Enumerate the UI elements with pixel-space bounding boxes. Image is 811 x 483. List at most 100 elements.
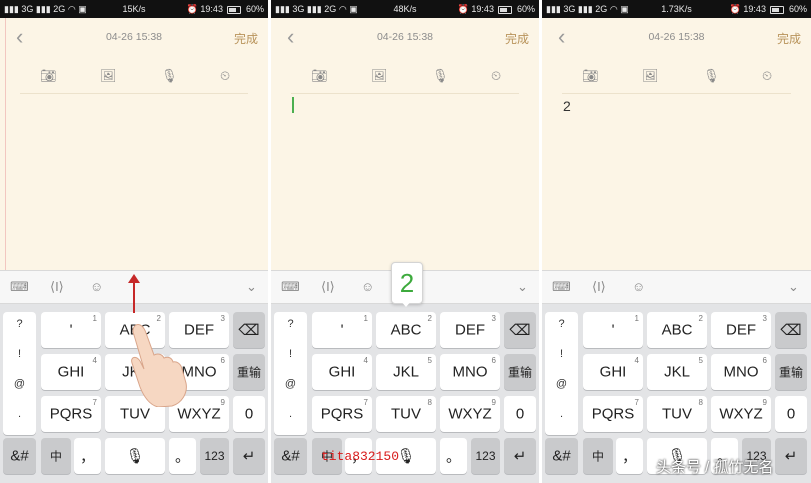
enter-key[interactable]: ↵ xyxy=(504,438,536,474)
symbol-switch-key[interactable]: &# xyxy=(545,438,578,474)
picture-icon[interactable]: 🖼︎ xyxy=(642,68,659,84)
symbol-key[interactable]: ! xyxy=(3,348,36,360)
reenter-key[interactable]: 重输 xyxy=(775,354,807,390)
note-editor[interactable]: ‹ 04-26 15:38 完成 📷︎ 🖼︎ 🎙︎ ⏲︎ xyxy=(0,18,268,270)
camera-icon[interactable]: 📷︎ xyxy=(582,68,599,84)
symbol-switch-key[interactable]: &# xyxy=(3,438,36,474)
number-switch-key[interactable]: 123 xyxy=(200,438,229,474)
symbol-column[interactable]: ? ! @ . xyxy=(3,312,36,435)
comma-key[interactable]: ， xyxy=(74,438,101,474)
camera-icon[interactable]: 📷︎ xyxy=(40,68,57,84)
number-switch-key[interactable]: 123 xyxy=(471,438,500,474)
emoji-icon[interactable]: ☺ xyxy=(632,279,645,295)
camera-icon[interactable]: 📷︎ xyxy=(311,68,328,84)
key-3[interactable]: DEF 3 xyxy=(440,312,500,348)
microphone-icon[interactable]: 🎙︎ xyxy=(703,68,720,84)
cursor-move-icon[interactable]: ⟨I⟩ xyxy=(50,279,64,295)
keyboard-icon[interactable]: ⌨ xyxy=(281,279,300,295)
note-editor[interactable]: ‹ 04-26 15:38 完成 📷︎ 🖼︎ 🎙︎ ⏲︎ 2 xyxy=(542,18,811,270)
key-5[interactable]: JKL5 xyxy=(647,354,707,390)
status-right: ⏰ 19:43 60% xyxy=(730,0,807,18)
note-body-text[interactable]: 2 xyxy=(563,98,571,114)
symbol-key[interactable]: . xyxy=(274,408,307,420)
key-1[interactable]: ' 1 xyxy=(41,312,101,348)
space-key[interactable]: 🎙︎ xyxy=(105,438,165,474)
key-3[interactable]: DEF 3 xyxy=(711,312,771,348)
key-0[interactable]: 0 xyxy=(775,396,807,432)
key-8[interactable]: TUV8 xyxy=(647,396,707,432)
picture-icon[interactable]: 🖼︎ xyxy=(371,68,388,84)
symbol-key[interactable]: ! xyxy=(274,348,307,360)
symbol-key[interactable]: @ xyxy=(274,378,307,390)
enter-key[interactable]: ↵ xyxy=(233,438,265,474)
key-2[interactable]: ABC2 xyxy=(376,312,436,348)
enter-key[interactable]: ↵ xyxy=(775,438,807,474)
arrow-head-icon xyxy=(128,274,140,283)
symbol-key[interactable]: ? xyxy=(3,318,36,330)
done-button[interactable]: 完成 xyxy=(505,30,529,47)
chinese-switch-key[interactable]: 中 xyxy=(41,438,71,474)
key-8[interactable]: TUV8 xyxy=(376,396,436,432)
keyboard-icon[interactable]: ⌨ xyxy=(552,279,571,295)
key-5[interactable]: JKL5 xyxy=(376,354,436,390)
period-key[interactable]: 。 xyxy=(169,438,196,474)
clock-icon[interactable]: ⏲︎ xyxy=(220,68,230,84)
symbol-key[interactable]: ? xyxy=(274,318,307,330)
chevron-down-icon[interactable]: ⌄ xyxy=(246,279,257,295)
key-6[interactable]: MNO 6 xyxy=(440,354,500,390)
key-9[interactable]: WXYZ 9 xyxy=(711,396,771,432)
chevron-down-icon[interactable]: ⌄ xyxy=(788,279,799,295)
key-1[interactable]: ' 1 xyxy=(312,312,372,348)
backspace-key[interactable]: ⌫ xyxy=(504,312,536,348)
symbol-key[interactable]: . xyxy=(3,408,36,420)
key-9[interactable]: WXYZ 9 xyxy=(440,396,500,432)
symbol-key[interactable]: ? xyxy=(545,318,578,330)
symbol-key[interactable]: @ xyxy=(3,378,36,390)
emoji-icon[interactable]: ☺ xyxy=(90,279,103,295)
clock-icon[interactable]: ⏲︎ xyxy=(491,68,501,84)
key-2[interactable]: ABC2 xyxy=(647,312,707,348)
note-toolbar: 📷︎ 🖼︎ 🎙︎ ⏲︎ xyxy=(20,68,248,84)
reenter-key[interactable]: 重输 xyxy=(504,354,536,390)
key-4[interactable]: GHI 4 xyxy=(41,354,101,390)
backspace-key[interactable]: ⌫ xyxy=(233,312,265,348)
microphone-icon[interactable]: 🎙︎ xyxy=(161,68,178,84)
microphone-icon[interactable]: 🎙︎ xyxy=(432,68,449,84)
key-7[interactable]: PQRS 7 xyxy=(41,396,101,432)
backspace-key[interactable]: ⌫ xyxy=(775,312,807,348)
chinese-switch-key[interactable]: 中 xyxy=(583,438,613,474)
picture-icon[interactable]: 🖼︎ xyxy=(100,68,117,84)
chevron-down-icon[interactable]: ⌄ xyxy=(517,279,528,295)
symbol-column[interactable]: ? ! @ . xyxy=(545,312,578,435)
reenter-key[interactable]: 重输 xyxy=(233,354,265,390)
done-button[interactable]: 完成 xyxy=(234,30,258,47)
symbol-key[interactable]: ! xyxy=(545,348,578,360)
key-4[interactable]: GHI 4 xyxy=(312,354,372,390)
watermark-text: 头条号 / 孤竹无名 xyxy=(656,459,774,476)
key-7[interactable]: PQRS 7 xyxy=(312,396,372,432)
symbol-column[interactable]: ? ! @ . xyxy=(274,312,307,435)
key-0[interactable]: 0 xyxy=(504,396,536,432)
note-editor[interactable]: ‹ 04-26 15:38 完成 📷︎ 🖼︎ 🎙︎ ⏲︎ xyxy=(271,18,539,270)
comma-key[interactable]: ， xyxy=(616,438,643,474)
key-7[interactable]: PQRS 7 xyxy=(583,396,643,432)
symbol-key[interactable]: @ xyxy=(545,378,578,390)
status-bar: ▮▮▮ 3G ▮▮▮ 2G ◠ ▣ 48K/s ⏰ 19:43 60% xyxy=(271,0,539,18)
cursor-move-icon[interactable]: ⟨I⟩ xyxy=(592,279,606,295)
enter-icon: ↵ xyxy=(242,448,256,465)
backspace-icon: ⌫ xyxy=(238,322,260,339)
period-key[interactable]: 。 xyxy=(440,438,467,474)
cursor-move-icon[interactable]: ⟨I⟩ xyxy=(321,279,335,295)
emoji-icon[interactable]: ☺ xyxy=(361,279,374,295)
clock-icon[interactable]: ⏲︎ xyxy=(762,68,772,84)
key-1[interactable]: ' 1 xyxy=(583,312,643,348)
key-preview-popup: 2 xyxy=(391,262,423,304)
done-button[interactable]: 完成 xyxy=(777,30,801,47)
symbol-switch-key[interactable]: &# xyxy=(274,438,307,474)
key-6[interactable]: MNO 6 xyxy=(711,354,771,390)
keyboard-icon[interactable]: ⌨ xyxy=(10,279,29,295)
note-date: 04-26 15:38 xyxy=(105,31,163,43)
symbol-key[interactable]: . xyxy=(545,408,578,420)
key-4[interactable]: GHI 4 xyxy=(583,354,643,390)
key-0[interactable]: 0 xyxy=(233,396,265,432)
